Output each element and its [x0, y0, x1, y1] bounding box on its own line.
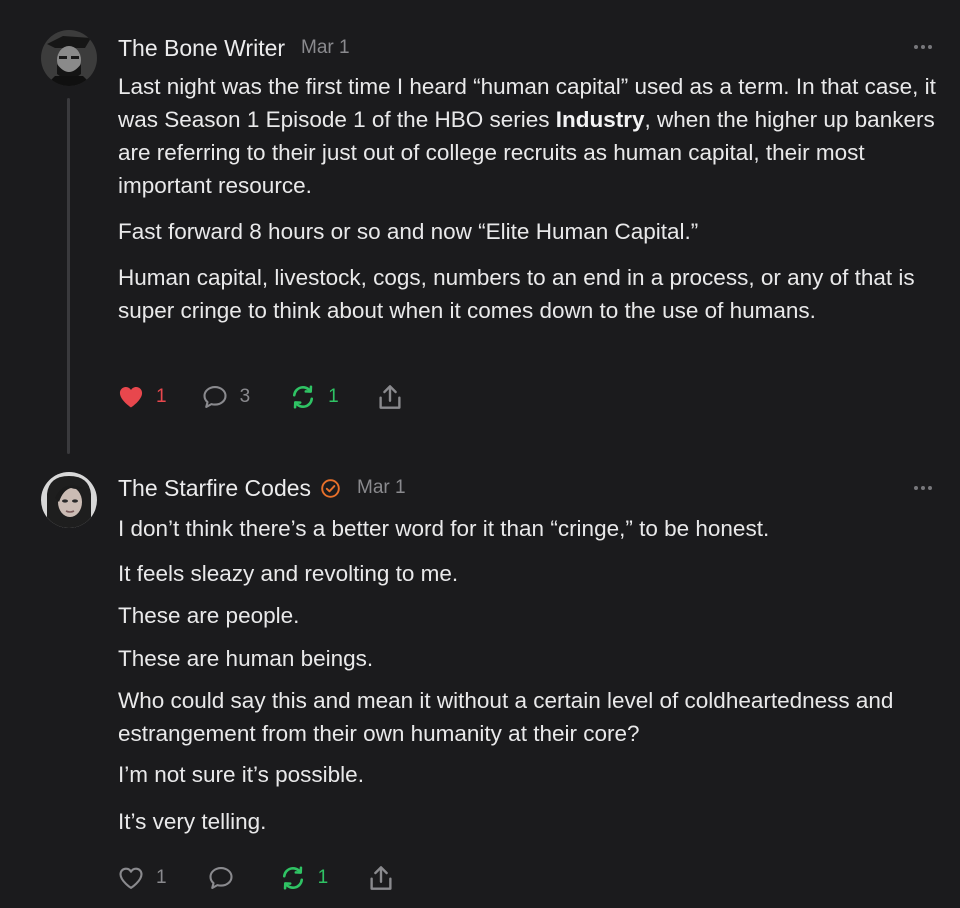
comment-actions: 1 3 1	[116, 382, 405, 412]
comment-the-starfire-codes: The Starfire Codes Mar 1 I don’t think t…	[0, 460, 960, 908]
restack-icon	[282, 866, 303, 890]
comment-paragraph: I don’t think there’s a better word for …	[118, 516, 770, 541]
comment-paragraph: Human capital, livestock, cogs, numbers …	[118, 265, 915, 323]
comment-date[interactable]: Mar 1	[357, 477, 406, 499]
comment-actions: 1 1	[116, 863, 396, 893]
comment-header: The Starfire Codes Mar 1	[118, 474, 406, 502]
restack-count: 1	[317, 867, 329, 888]
comment-paragraph: Who could say this and mean it without a…	[118, 688, 894, 746]
comment-paragraph: These are human beings.	[118, 646, 374, 671]
reply-button[interactable]: 3	[200, 382, 251, 412]
comment-header: The Bone Writer Mar 1	[118, 34, 350, 62]
heart-outline-icon	[119, 867, 143, 889]
comment-paragraph: These are people.	[118, 603, 300, 628]
comment-date[interactable]: Mar 1	[301, 37, 350, 59]
comment-body: Last night was the first time I heard “h…	[118, 70, 948, 327]
bold-series-title: Industry	[555, 107, 645, 132]
avatar[interactable]	[41, 30, 97, 86]
author-name[interactable]: The Bone Writer	[118, 35, 285, 62]
comment-icon	[209, 867, 233, 889]
restack-icon	[293, 385, 314, 409]
like-count: 1	[156, 867, 167, 888]
share-button[interactable]	[375, 382, 405, 412]
comment-paragraph: It’s very telling.	[118, 809, 267, 834]
comment-paragraph: I’m not sure it’s possible.	[118, 762, 364, 787]
share-icon	[370, 866, 392, 890]
comment-the-bone-writer: The Bone Writer Mar 1 Last night was the…	[0, 0, 960, 460]
verified-badge-icon	[320, 478, 341, 499]
avatar[interactable]	[41, 472, 97, 528]
restack-button[interactable]: 1	[288, 382, 339, 412]
like-button[interactable]: 1	[116, 382, 167, 412]
comment-paragraph: Last night was the first time I heard “h…	[118, 74, 936, 198]
more-icon[interactable]	[914, 486, 932, 490]
share-icon	[379, 385, 401, 409]
reply-button[interactable]	[206, 863, 236, 893]
share-button[interactable]	[366, 863, 396, 893]
comment-paragraph: It feels sleazy and revolting to me.	[118, 561, 459, 586]
comment-body: I don’t think there’s a better word for …	[118, 512, 948, 838]
reply-count: 3	[239, 386, 251, 407]
thread-line	[67, 98, 70, 454]
restack-count: 1	[328, 386, 339, 407]
like-count: 1	[156, 386, 167, 407]
restack-button[interactable]: 1	[278, 863, 329, 893]
comment-paragraph: Fast forward 8 hours or so and now “Elit…	[118, 219, 699, 244]
comment-icon	[203, 386, 227, 408]
more-icon[interactable]	[914, 45, 932, 49]
heart-filled-icon	[119, 386, 143, 408]
like-button[interactable]: 1	[116, 863, 167, 893]
author-name[interactable]: The Starfire Codes	[118, 475, 311, 502]
comment-thread: The Bone Writer Mar 1 Last night was the…	[0, 0, 960, 908]
